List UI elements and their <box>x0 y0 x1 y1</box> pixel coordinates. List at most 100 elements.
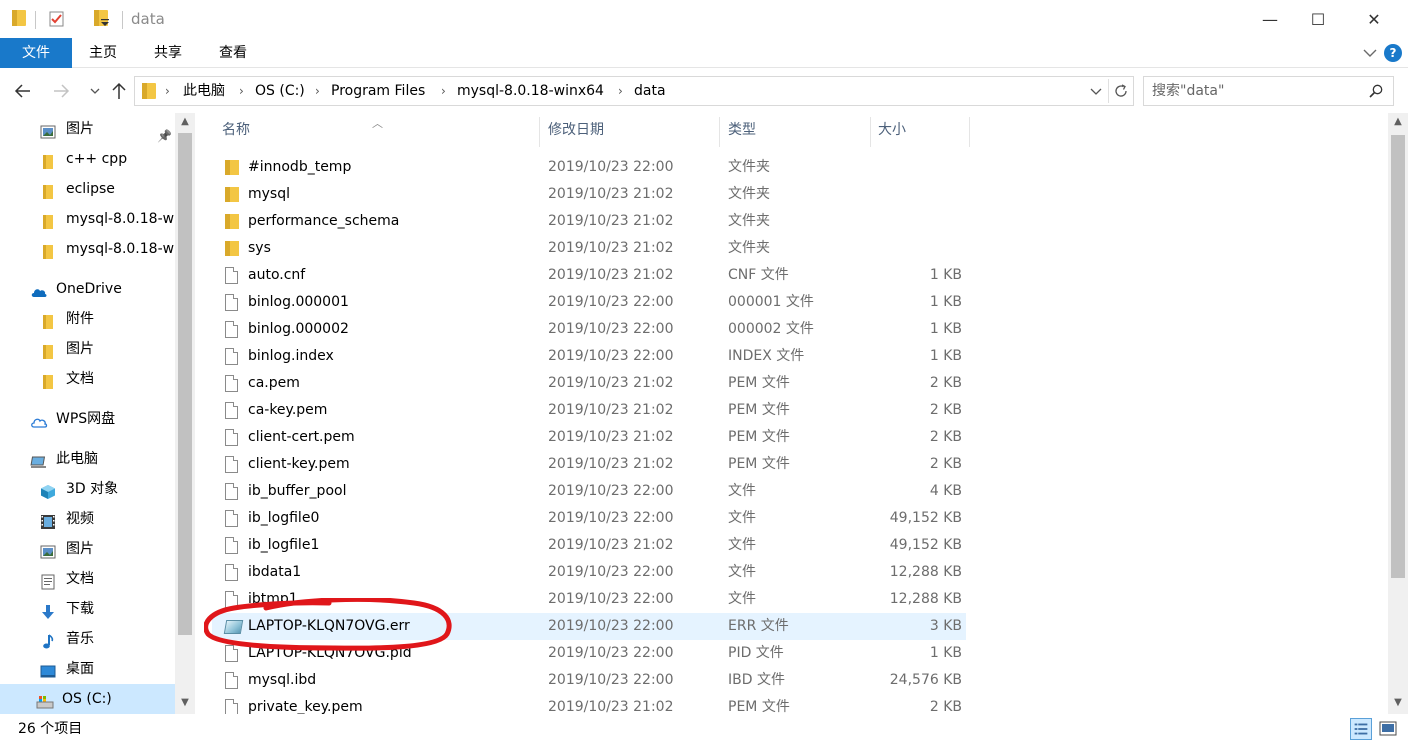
pin-icon[interactable]: 📌 <box>157 121 172 144</box>
address-history-chevron-icon[interactable] <box>1089 84 1103 98</box>
file-list-scrollbar[interactable]: ▲ ▼ <box>1388 113 1408 714</box>
file-type: ERR 文件 <box>728 618 789 634</box>
column-header-date[interactable]: 修改日期 <box>548 113 604 147</box>
customize-quick-access-icon[interactable] <box>100 14 110 32</box>
breadcrumb-mysql[interactable]: mysql-8.0.18-winx64 <box>457 77 604 105</box>
file-date-modified: 2019/10/23 22:00 <box>548 348 674 364</box>
scroll-up-arrow-icon[interactable]: ▲ <box>1388 113 1408 131</box>
file-row[interactable]: LAPTOP-KLQN7OVG.pid 2019/10/23 22:00 PID 文… <box>212 640 966 667</box>
tab-view[interactable]: 查看 <box>208 38 258 68</box>
file-date-modified: 2019/10/23 22:00 <box>548 159 674 175</box>
file-row[interactable]: ib_logfile0 2019/10/23 22:00 文件 49,152 KB <box>212 505 966 532</box>
close-button[interactable]: ✕ <box>1351 0 1397 38</box>
column-header-size[interactable]: 大小 <box>878 113 906 147</box>
nav-item[interactable]: 图片 <box>0 534 175 564</box>
desktop-icon <box>40 661 56 678</box>
nav-item[interactable]: 图片 <box>0 334 175 364</box>
address-bar[interactable]: › 此电脑 › OS (C:) › Program Files › mysql-… <box>134 76 1134 106</box>
file-row[interactable]: client-cert.pem 2019/10/23 21:02 PEM 文件 2 K… <box>212 424 966 451</box>
nav-item-label: mysql-8.0.18-w <box>66 241 175 257</box>
nav-item[interactable]: c++ cpp <box>0 144 175 174</box>
nav-item[interactable]: 附件 <box>0 304 175 334</box>
forward-arrow-icon[interactable] <box>50 79 72 103</box>
nav-item[interactable]: mysql-8.0.18-w <box>0 234 175 264</box>
nav-item[interactable]: 视频 <box>0 504 175 534</box>
help-icon[interactable]: ? <box>1384 44 1402 62</box>
breadcrumb-separator-icon[interactable]: › <box>315 77 320 105</box>
column-header-name[interactable]: 名称 <box>222 113 250 147</box>
nav-item[interactable]: WPS网盘 <box>0 404 175 434</box>
file-row[interactable]: auto.cnf 2019/10/23 21:02 CNF 文件 1 KB <box>212 262 966 289</box>
file-size: 1 KB <box>929 321 962 337</box>
file-row[interactable]: ib_logfile1 2019/10/23 21:02 文件 49,152 KB <box>212 532 966 559</box>
column-divider[interactable] <box>969 117 970 147</box>
breadcrumb-separator-icon[interactable]: › <box>618 77 623 105</box>
scroll-up-arrow-icon[interactable]: ▲ <box>175 113 195 131</box>
nav-item[interactable]: eclipse <box>0 174 175 204</box>
breadcrumb-this-pc[interactable]: 此电脑 <box>183 77 225 105</box>
nav-item[interactable]: OneDrive <box>0 274 175 304</box>
file-row[interactable]: sys 2019/10/23 21:02 文件夹 <box>212 235 966 262</box>
file-row[interactable]: client-key.pem 2019/10/23 21:02 PEM 文件 2 KB <box>212 451 966 478</box>
details-view-icon[interactable] <box>1350 718 1372 740</box>
breadcrumb-drive[interactable]: OS (C:) <box>255 77 305 105</box>
tab-file[interactable]: 文件 <box>0 38 72 68</box>
large-icons-view-icon[interactable] <box>1377 718 1399 740</box>
file-row[interactable]: LAPTOP-KLQN7OVG.err 2019/10/23 22:00 ERR 文… <box>212 613 966 640</box>
nav-scrollbar-thumb[interactable] <box>178 133 192 635</box>
file-row[interactable]: performance_schema 2019/10/23 21:02 文件夹 <box>212 208 966 235</box>
file-row[interactable]: binlog.index 2019/10/23 22:00 INDEX 文件 1 KB <box>212 343 966 370</box>
nav-item[interactable]: 音乐 <box>0 624 175 654</box>
nav-item[interactable]: OS (C:) <box>0 684 175 714</box>
search-input[interactable] <box>1152 81 1352 101</box>
breadcrumb-separator-icon[interactable]: › <box>239 77 244 105</box>
scroll-down-arrow-icon[interactable]: ▼ <box>175 694 195 712</box>
file-row[interactable]: #innodb_temp 2019/10/23 22:00 文件夹 <box>212 154 966 181</box>
recent-locations-chevron-icon[interactable] <box>84 79 106 103</box>
maximize-button[interactable]: ☐ <box>1295 0 1341 38</box>
nav-item[interactable]: 图片 📌 <box>0 114 175 144</box>
search-box[interactable] <box>1143 76 1394 106</box>
scroll-down-arrow-icon[interactable]: ▼ <box>1388 694 1408 712</box>
expand-ribbon-icon[interactable] <box>1362 45 1378 61</box>
nav-item[interactable]: 下载 <box>0 594 175 624</box>
up-arrow-icon[interactable] <box>108 79 130 103</box>
file-row[interactable]: mysql.ibd 2019/10/23 22:00 IBD 文件 24,576 KB <box>212 667 966 694</box>
file-date-modified: 2019/10/23 21:02 <box>548 267 674 283</box>
file-row[interactable]: ca-key.pem 2019/10/23 21:02 PEM 文件 2 KB <box>212 397 966 424</box>
file-row[interactable]: binlog.000001 2019/10/23 22:00 000001 文件 1 … <box>212 289 966 316</box>
file-list-scrollbar-thumb[interactable] <box>1391 135 1405 578</box>
column-divider[interactable] <box>870 117 871 147</box>
search-icon[interactable] <box>1369 84 1383 98</box>
file-date-modified: 2019/10/23 22:00 <box>548 321 674 337</box>
file-row[interactable]: mysql 2019/10/23 21:02 文件夹 <box>212 181 966 208</box>
file-row[interactable]: private_key.pem 2019/10/23 21:02 PEM 文件 2 K… <box>212 694 966 714</box>
column-header-type[interactable]: 类型 <box>728 113 756 147</box>
file-row[interactable]: ibtmp1 2019/10/23 22:00 文件 12,288 KB <box>212 586 966 613</box>
properties-icon[interactable] <box>49 10 65 28</box>
column-divider[interactable] <box>539 117 540 147</box>
breadcrumb-data[interactable]: data <box>634 77 666 105</box>
nav-item[interactable]: 此电脑 <box>0 444 175 474</box>
file-date-modified: 2019/10/23 21:02 <box>548 240 674 256</box>
minimize-button[interactable]: — <box>1247 0 1293 38</box>
refresh-icon[interactable] <box>1113 83 1129 99</box>
nav-scrollbar[interactable]: ▲ ▼ <box>175 113 195 714</box>
file-row[interactable]: binlog.000002 2019/10/23 22:00 000002 文件 1 … <box>212 316 966 343</box>
breadcrumb-program-files[interactable]: Program Files <box>331 77 425 105</box>
tab-home[interactable]: 主页 <box>78 38 128 68</box>
nav-item[interactable]: 3D 对象 <box>0 474 175 504</box>
nav-item[interactable]: 文档 <box>0 564 175 594</box>
file-row[interactable]: ca.pem 2019/10/23 21:02 PEM 文件 2 KB <box>212 370 966 397</box>
file-row[interactable]: ib_buffer_pool 2019/10/23 22:00 文件 4 KB <box>212 478 966 505</box>
file-row[interactable]: ibdata1 2019/10/23 22:00 文件 12,288 KB <box>212 559 966 586</box>
tab-share[interactable]: 共享 <box>143 38 193 68</box>
breadcrumb-separator-icon[interactable]: › <box>165 77 170 105</box>
status-bar: 26 个项目 <box>0 714 1408 744</box>
breadcrumb-separator-icon[interactable]: › <box>441 77 446 105</box>
nav-item[interactable]: 文档 <box>0 364 175 394</box>
nav-item[interactable]: 桌面 <box>0 654 175 684</box>
back-arrow-icon[interactable] <box>12 79 34 103</box>
column-divider[interactable] <box>719 117 720 147</box>
nav-item[interactable]: mysql-8.0.18-w <box>0 204 175 234</box>
